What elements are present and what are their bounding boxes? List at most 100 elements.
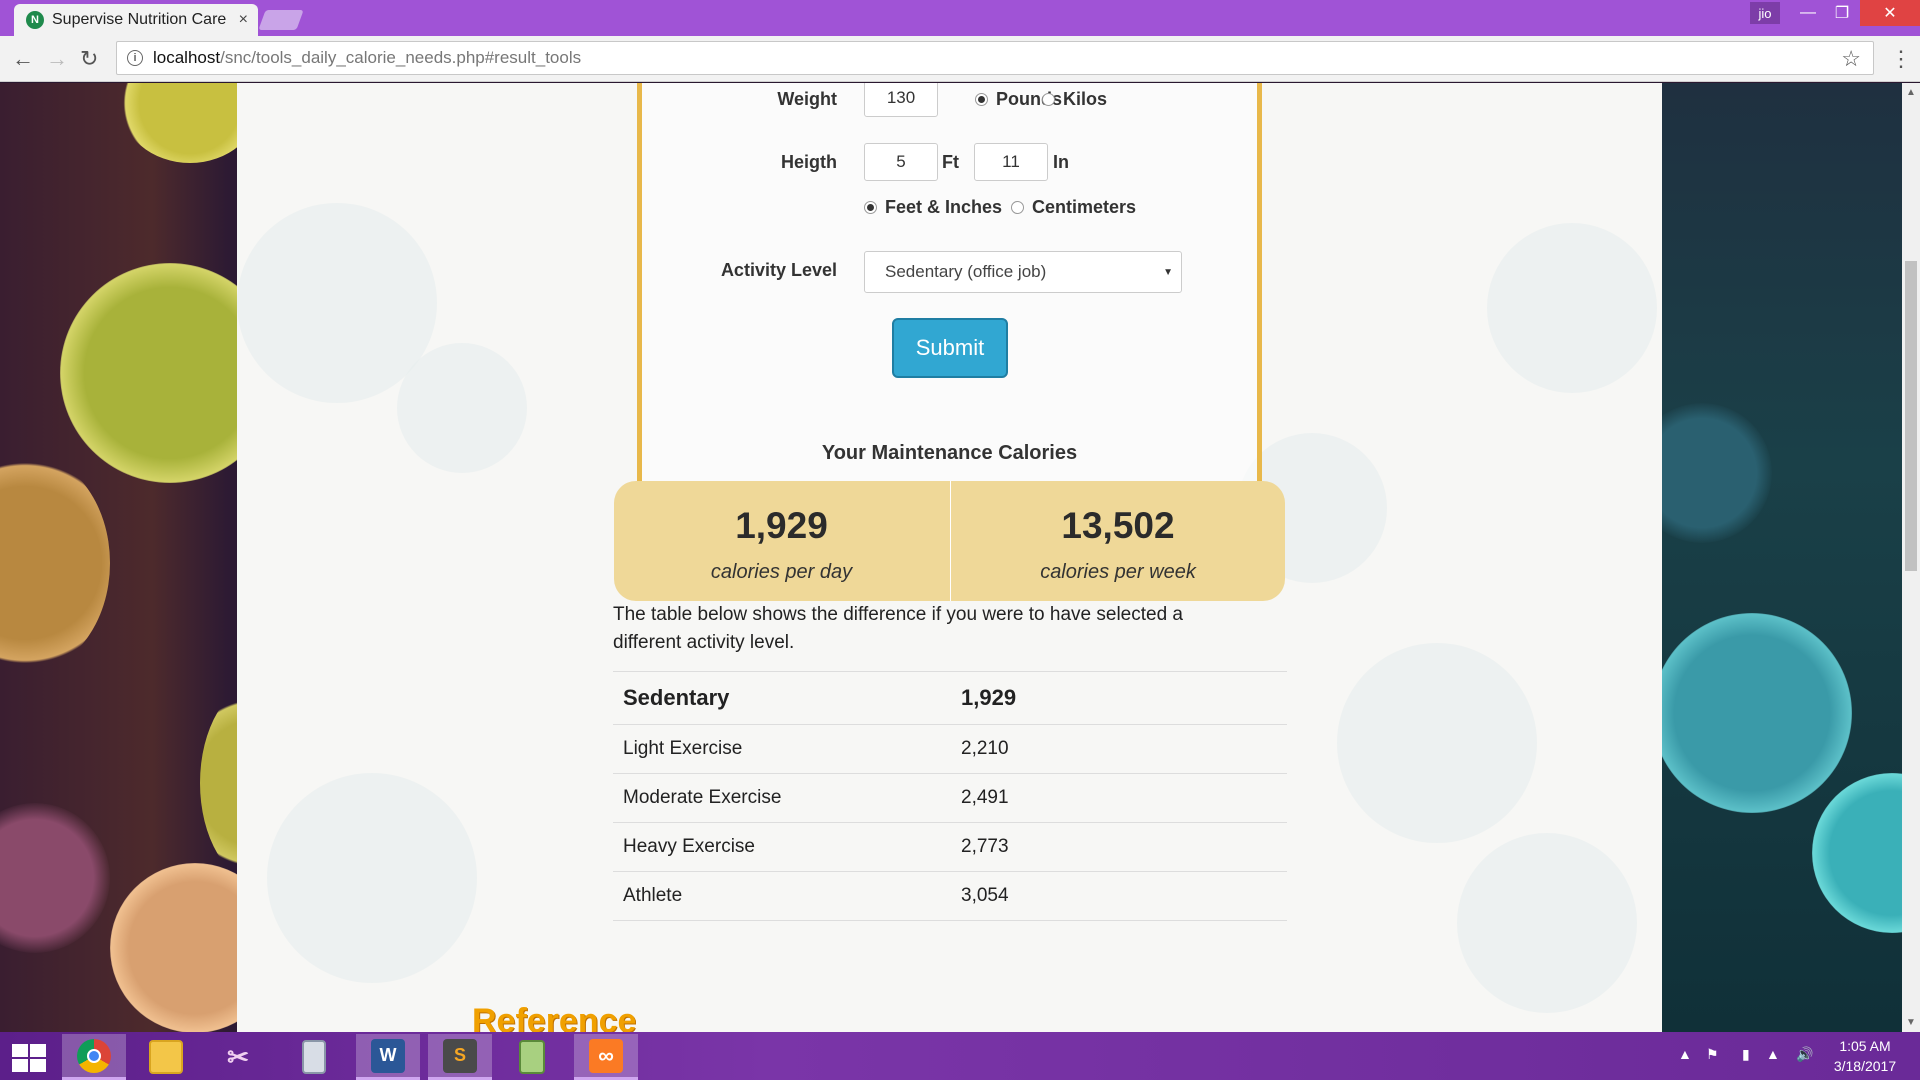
snipping-tool-icon[interactable]: ✂ — [206, 1034, 270, 1080]
chrome-center — [87, 1048, 101, 1063]
calorie-summary-box: 1,929 calories per day 13,502 calories p… — [614, 481, 1285, 601]
background-bokeh — [0, 453, 110, 673]
notepad-icon[interactable] — [500, 1034, 564, 1080]
battery-icon[interactable]: ▮ — [1742, 1046, 1750, 1063]
notepad-glyph — [519, 1040, 545, 1074]
scroll-down-icon[interactable]: ▼ — [1906, 1017, 1916, 1028]
results-explanation: The table below shows the difference if … — [613, 604, 1183, 653]
feet-unit-label: Ft — [942, 152, 959, 172]
network-signal-icon[interactable]: ▲ — [1766, 1046, 1780, 1062]
height-label: Heigth — [781, 152, 837, 172]
browser-menu-icon[interactable]: ⋮ — [1890, 46, 1912, 72]
folder-glyph — [149, 1040, 183, 1074]
calories-per-day-label: calories per day — [710, 561, 853, 583]
calculator-icon[interactable] — [282, 1034, 346, 1080]
kilos-label: Kilos — [1063, 89, 1108, 109]
background-bokeh — [1812, 773, 1902, 933]
clock-date: 3/18/2017 — [1833, 1058, 1897, 1074]
taskbar-clock[interactable]: 1:05 AM 3/18/2017 — [1820, 1036, 1910, 1076]
feet-inches-label: Feet & Inches — [885, 197, 1003, 217]
content-bokeh — [1337, 643, 1537, 843]
reload-icon[interactable]: ↻ — [80, 46, 98, 72]
results-title: Your Maintenance Calories — [821, 442, 1078, 464]
feet-inches-radio[interactable]: Feet & Inches — [864, 197, 1002, 218]
profile-badge[interactable]: jio — [1750, 2, 1780, 24]
background-bokeh — [1652, 613, 1852, 813]
calories-per-week-panel: 13,502 calories per week — [950, 481, 1285, 601]
scroll-up-icon[interactable]: ▲ — [1906, 87, 1916, 98]
calories-per-week-label: calories per week — [1040, 561, 1196, 583]
activity-selected-value: Sedentary (office job) — [885, 262, 1047, 281]
address-bar[interactable]: i localhost /snc/tools_daily_calorie_nee… — [116, 41, 1874, 75]
browser-tab[interactable]: N Supervise Nutrition Care × — [14, 4, 258, 36]
xampp-icon[interactable]: ∞ — [574, 1034, 638, 1080]
activity-level-cell: Light Exercise — [613, 724, 951, 774]
windows-start-icon[interactable] — [8, 1042, 48, 1072]
calculator-glyph — [302, 1040, 326, 1074]
background-right — [1632, 83, 1902, 1032]
height-inches-input[interactable]: 11 — [974, 143, 1048, 181]
url-path: /snc/tools_daily_calorie_needs.php#resul… — [220, 48, 582, 67]
calories-cell: 1,929 — [951, 671, 1287, 725]
activity-level-select[interactable]: Sedentary (office job) ▼ — [864, 251, 1182, 293]
reference-heading: Reference — [472, 1002, 637, 1032]
activity-level-cell: Sedentary — [613, 671, 951, 725]
clock-time: 1:05 AM — [1839, 1038, 1891, 1054]
calories-per-week-value: 13,502 — [1061, 505, 1175, 546]
weight-input[interactable]: 130 — [864, 83, 938, 117]
tray-expand-icon[interactable]: ▲ — [1678, 1046, 1692, 1062]
activity-level-cell: Heavy Exercise — [613, 822, 951, 872]
content-bokeh — [1457, 833, 1637, 1013]
tab-close-icon[interactable]: × — [239, 11, 248, 29]
height-feet-input[interactable]: 5 — [864, 143, 938, 181]
sublime-text-icon[interactable]: S — [428, 1034, 492, 1080]
kilos-radio[interactable]: Kilos — [1042, 89, 1107, 110]
calories-cell: 3,054 — [951, 871, 1287, 921]
maximize-icon[interactable]: ❐ — [1820, 0, 1864, 26]
radio-unselected-icon — [1042, 93, 1055, 106]
radio-unselected-icon — [1011, 201, 1024, 214]
site-info-icon[interactable]: i — [127, 50, 143, 66]
content-panel: Weight 130 Pounds Kilos Heigth 5 Ft 11 I… — [237, 83, 1662, 1032]
scrollbar-thumb[interactable] — [1905, 261, 1917, 571]
browser-toolbar: ← → ↻ i localhost /snc/tools_daily_calor… — [0, 36, 1920, 82]
volume-icon[interactable]: 🔊 — [1796, 1046, 1813, 1063]
table-row: Athlete 3,054 — [613, 871, 1287, 921]
submit-button[interactable]: Submit — [892, 318, 1008, 378]
word-glyph: W — [371, 1038, 405, 1073]
table-row: Light Exercise 2,210 — [613, 724, 1287, 774]
back-arrow-icon[interactable]: ← — [12, 46, 34, 72]
activity-level-label: Activity Level — [720, 260, 837, 280]
centimeters-label: Centimeters — [1032, 197, 1137, 217]
bookmark-star-icon[interactable]: ☆ — [1841, 46, 1861, 72]
forward-arrow-icon[interactable]: → — [46, 46, 68, 72]
table-row: Moderate Exercise 2,491 — [613, 773, 1287, 823]
chrome-logo — [77, 1038, 111, 1073]
activity-level-cell: Moderate Exercise — [613, 773, 951, 823]
action-center-flag-icon[interactable]: ⚑ — [1706, 1046, 1719, 1063]
file-explorer-icon[interactable] — [134, 1034, 198, 1080]
site-favicon-icon: N — [26, 11, 44, 29]
calories-cell: 2,491 — [951, 773, 1287, 823]
chrome-icon[interactable] — [62, 1034, 126, 1080]
activity-level-cell: Athlete — [613, 871, 951, 921]
browser-titlebar: N Supervise Nutrition Care × jio — ❐ ✕ — [0, 0, 1920, 36]
calories-cell: 2,210 — [951, 724, 1287, 774]
radio-selected-icon — [864, 201, 877, 214]
dropdown-caret-icon: ▼ — [1163, 266, 1173, 278]
table-row: Sedentary 1,929 — [613, 671, 1287, 725]
centimeters-radio[interactable]: Centimeters — [1011, 197, 1136, 218]
background-bokeh — [0, 803, 110, 953]
calories-per-day-value: 1,929 — [735, 505, 828, 546]
sublime-glyph: S — [443, 1038, 477, 1073]
word-icon[interactable]: W — [356, 1034, 420, 1080]
new-tab-button[interactable] — [258, 10, 304, 30]
content-bokeh — [397, 343, 527, 473]
page-scrollbar[interactable]: ▲ ▼ — [1902, 83, 1920, 1032]
tab-title: Supervise Nutrition Care — [52, 11, 227, 28]
table-row: Heavy Exercise 2,773 — [613, 822, 1287, 872]
content-bokeh — [1487, 223, 1657, 393]
radio-selected-icon — [975, 93, 988, 106]
xampp-glyph: ∞ — [589, 1038, 623, 1073]
window-close-icon[interactable]: ✕ — [1860, 0, 1920, 26]
